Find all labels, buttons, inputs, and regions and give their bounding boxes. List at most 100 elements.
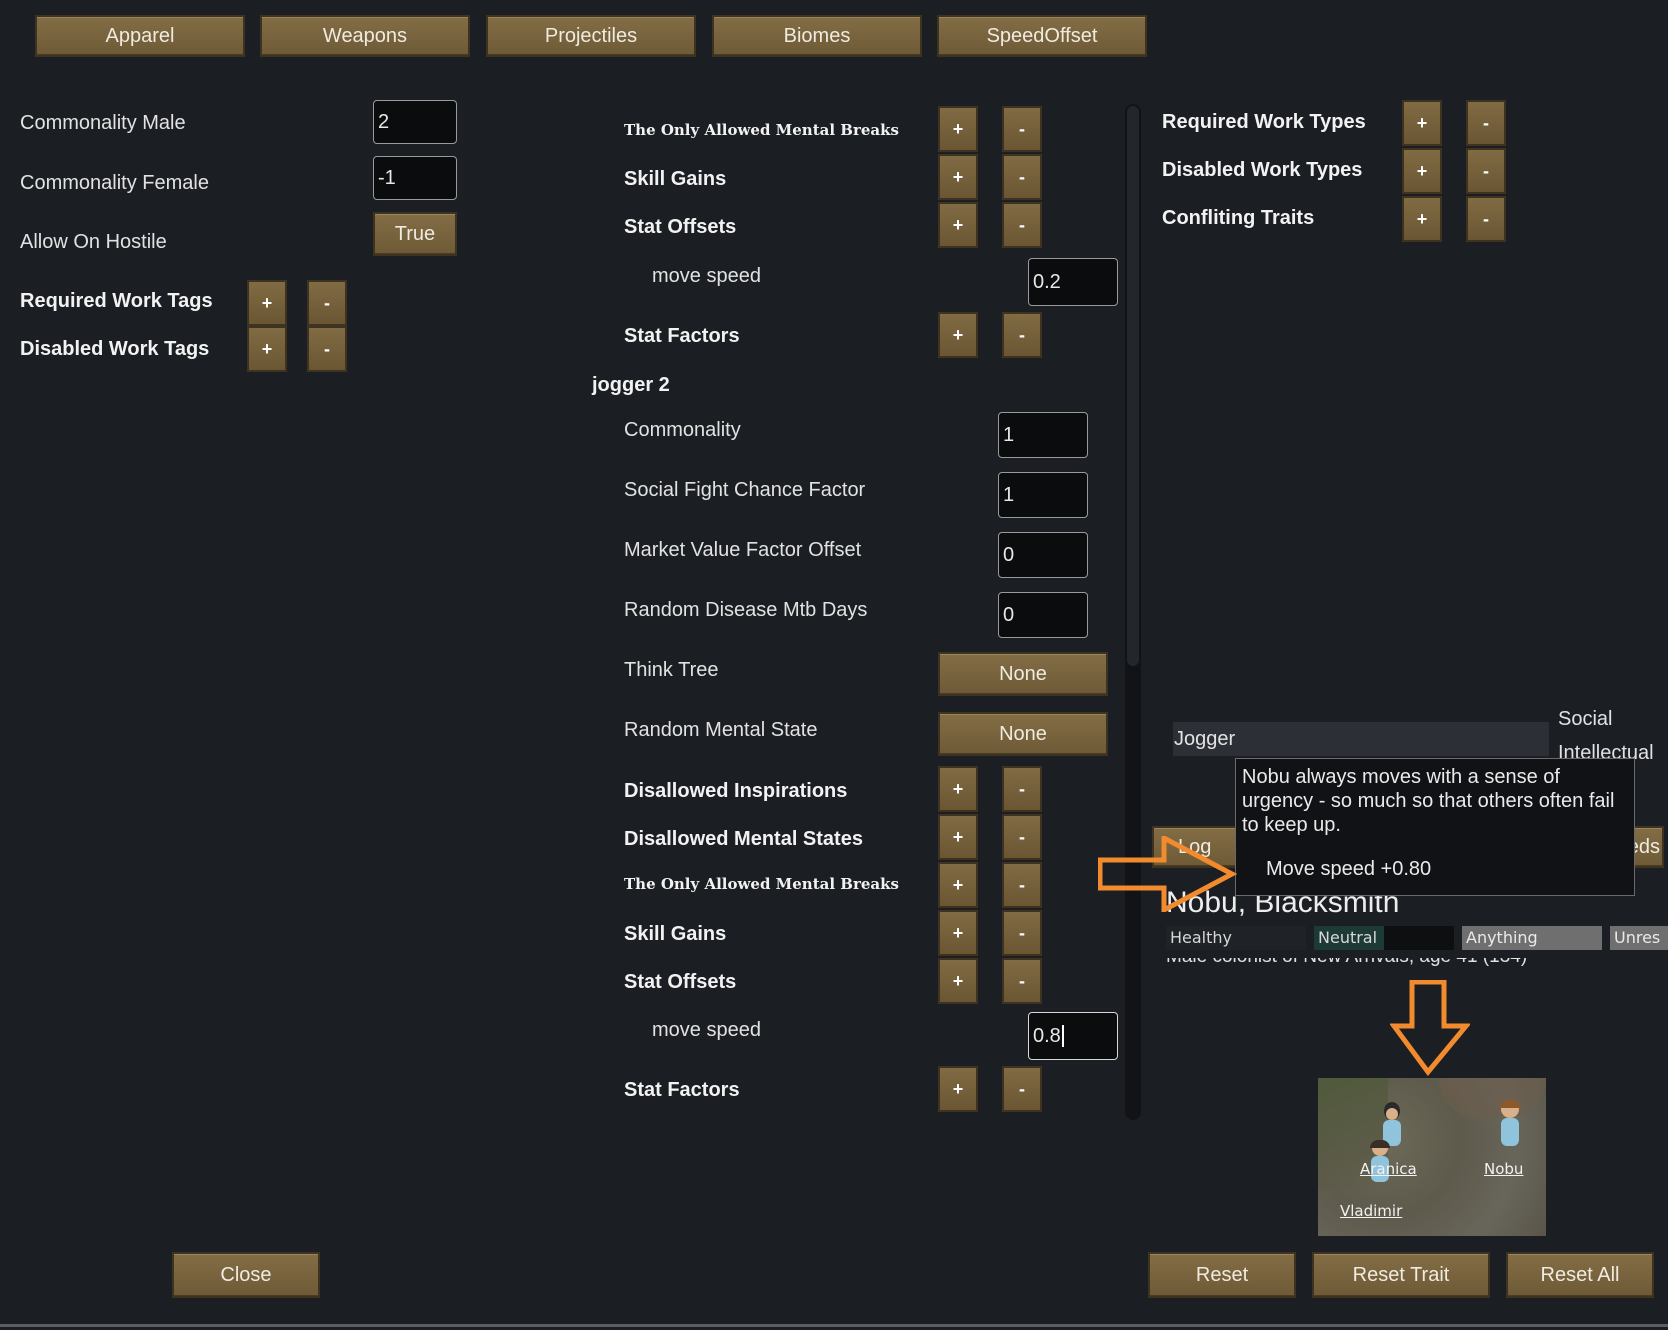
allow-on-hostile-label: Allow On Hostile	[20, 231, 167, 253]
tab-speedoffset[interactable]: SpeedOffset	[937, 15, 1147, 57]
required-work-tags-label: Required Work Tags	[20, 290, 213, 312]
pawn-nobu-icon[interactable]	[1496, 1100, 1522, 1150]
commonality-male-input[interactable]: 2	[373, 100, 457, 144]
disallowed-inspirations-add-button[interactable]: +	[938, 766, 978, 812]
tab-projectiles[interactable]: Projectiles	[486, 15, 696, 57]
think-tree-select[interactable]: None	[938, 652, 1108, 696]
trait-section-title: jogger 2	[592, 374, 670, 396]
market-value-input[interactable]: 0	[998, 532, 1088, 578]
commonality-label: Commonality	[624, 419, 741, 441]
map-dirt-patch	[1438, 1078, 1546, 1118]
social-fight-label: Social Fight Chance Factor	[624, 479, 866, 501]
disabled-work-types-add-button[interactable]: +	[1402, 148, 1442, 194]
map-view[interactable]: Aranica Nobu Vladimir	[1318, 1078, 1546, 1236]
stat-factors-add-button-2[interactable]: +	[938, 1066, 978, 1112]
social-fight-input[interactable]: 1	[998, 472, 1088, 518]
skill-gains-add-button[interactable]: +	[938, 154, 978, 200]
stat-offsets-remove-button-2[interactable]: -	[1002, 958, 1042, 1004]
stat-offsets-add-button-2[interactable]: +	[938, 958, 978, 1004]
stat-factors-add-button[interactable]: +	[938, 312, 978, 358]
reset-all-button[interactable]: Reset All	[1506, 1252, 1654, 1298]
middle-scrollbar-thumb[interactable]	[1127, 106, 1139, 666]
only-allowed-mental-breaks-label: The Only Allowed Mental Breaks	[624, 121, 899, 139]
arrow-right-icon	[1098, 836, 1238, 912]
stat-offsets-label: Stat Offsets	[624, 216, 737, 238]
required-work-types-label: Required Work Types	[1162, 111, 1366, 133]
move-speed-label-2: move speed	[652, 1019, 761, 1041]
random-disease-input[interactable]: 0	[998, 592, 1088, 638]
disabled-work-types-label: Disabled Work Types	[1162, 159, 1363, 181]
commonality-female-label: Commonality Female	[20, 172, 209, 194]
mental-breaks-remove-button[interactable]: -	[1002, 106, 1042, 152]
stat-factors-label-2: Stat Factors	[624, 1079, 740, 1101]
move-speed-input-2[interactable]: 0.8	[1028, 1012, 1118, 1060]
bottom-divider	[0, 1324, 1668, 1327]
disallowed-inspirations-label: Disallowed Inspirations	[624, 780, 848, 802]
move-speed-value-2: 0.8	[1033, 1024, 1061, 1047]
trait-name-jogger: Jogger	[1174, 728, 1236, 750]
tooltip-description: Nobu always moves with a sense of urgenc…	[1242, 766, 1615, 836]
required-work-types-add-button[interactable]: +	[1402, 100, 1442, 146]
move-speed-label: move speed	[652, 265, 761, 287]
commonality-male-label: Commonality Male	[20, 112, 186, 134]
status-badge-food: Anything	[1462, 926, 1602, 950]
disabled-work-tags-add-button[interactable]: +	[247, 326, 287, 372]
reset-button[interactable]: Reset	[1148, 1252, 1296, 1298]
stat-offsets-add-button[interactable]: +	[938, 202, 978, 248]
random-mental-state-label: Random Mental State	[624, 719, 818, 741]
tab-weapons[interactable]: Weapons	[260, 15, 470, 57]
status-badge-restriction: Unres	[1610, 926, 1668, 950]
mental-breaks-add-button[interactable]: +	[938, 106, 978, 152]
pawn-description-clip: Male colonist of New Arrivals, age 41 (1…	[1166, 958, 1586, 968]
reset-trait-button[interactable]: Reset Trait	[1312, 1252, 1490, 1298]
allow-on-hostile-toggle[interactable]: True	[373, 212, 457, 256]
stat-offsets-remove-button[interactable]: -	[1002, 202, 1042, 248]
stat-offsets-label-2: Stat Offsets	[624, 971, 737, 993]
random-disease-label: Random Disease Mtb Days	[624, 599, 868, 621]
trait-tooltip: Nobu always moves with a sense of urgenc…	[1235, 758, 1635, 896]
only-allowed-mental-breaks-label-2: The Only Allowed Mental Breaks	[624, 875, 899, 893]
disabled-work-types-remove-button[interactable]: -	[1466, 148, 1506, 194]
skill-social-label: Social	[1558, 708, 1613, 730]
tab-biomes[interactable]: Biomes	[712, 15, 922, 57]
status-badge-health: Healthy	[1166, 926, 1306, 950]
skill-gains-label-2: Skill Gains	[624, 923, 727, 945]
pawn-label-nobu[interactable]: Nobu	[1484, 1160, 1523, 1178]
stat-factors-label: Stat Factors	[624, 325, 740, 347]
pawn-description: Male colonist of New Arrivals, age 41 (1…	[1166, 958, 1527, 968]
conflicting-traits-remove-button[interactable]: -	[1466, 196, 1506, 242]
skill-gains-remove-button-2[interactable]: -	[1002, 910, 1042, 956]
mental-breaks-remove-button-2[interactable]: -	[1002, 862, 1042, 908]
skill-gains-add-button-2[interactable]: +	[938, 910, 978, 956]
disabled-work-tags-remove-button[interactable]: -	[307, 326, 347, 372]
stat-factors-remove-button-2[interactable]: -	[1002, 1066, 1042, 1112]
status-badge-mood-dark	[1384, 926, 1454, 950]
arrow-down-icon	[1390, 980, 1470, 1076]
disallowed-mental-states-add-button[interactable]: +	[938, 814, 978, 860]
text-cursor	[1061, 1025, 1064, 1047]
disallowed-inspirations-remove-button[interactable]: -	[1002, 766, 1042, 812]
required-work-types-remove-button[interactable]: -	[1466, 100, 1506, 146]
conflicting-traits-add-button[interactable]: +	[1402, 196, 1442, 242]
disallowed-mental-states-label: Disallowed Mental States	[624, 828, 863, 850]
stat-factors-remove-button[interactable]: -	[1002, 312, 1042, 358]
disallowed-mental-states-remove-button[interactable]: -	[1002, 814, 1042, 860]
close-button[interactable]: Close	[172, 1252, 320, 1298]
think-tree-label: Think Tree	[624, 659, 719, 681]
pawn-label-aranica[interactable]: Aranica	[1360, 1160, 1417, 1178]
tooltip-stat: Move speed +0.80	[1266, 858, 1432, 880]
required-work-tags-add-button[interactable]: +	[247, 280, 287, 326]
move-speed-input[interactable]: 0.2	[1028, 258, 1118, 306]
market-value-label: Market Value Factor Offset	[624, 539, 862, 561]
random-mental-state-select[interactable]: None	[938, 712, 1108, 756]
tab-apparel[interactable]: Apparel	[35, 15, 245, 57]
skill-gains-remove-button[interactable]: -	[1002, 154, 1042, 200]
commonality-female-input[interactable]: -1	[373, 156, 457, 200]
disabled-work-tags-label: Disabled Work Tags	[20, 338, 210, 360]
pawn-label-vladimir[interactable]: Vladimir	[1340, 1202, 1402, 1220]
conflicting-traits-label: Confliting Traits	[1162, 207, 1315, 229]
skill-gains-label: Skill Gains	[624, 168, 727, 190]
mental-breaks-add-button-2[interactable]: +	[938, 862, 978, 908]
commonality-input[interactable]: 1	[998, 412, 1088, 458]
required-work-tags-remove-button[interactable]: -	[307, 280, 347, 326]
